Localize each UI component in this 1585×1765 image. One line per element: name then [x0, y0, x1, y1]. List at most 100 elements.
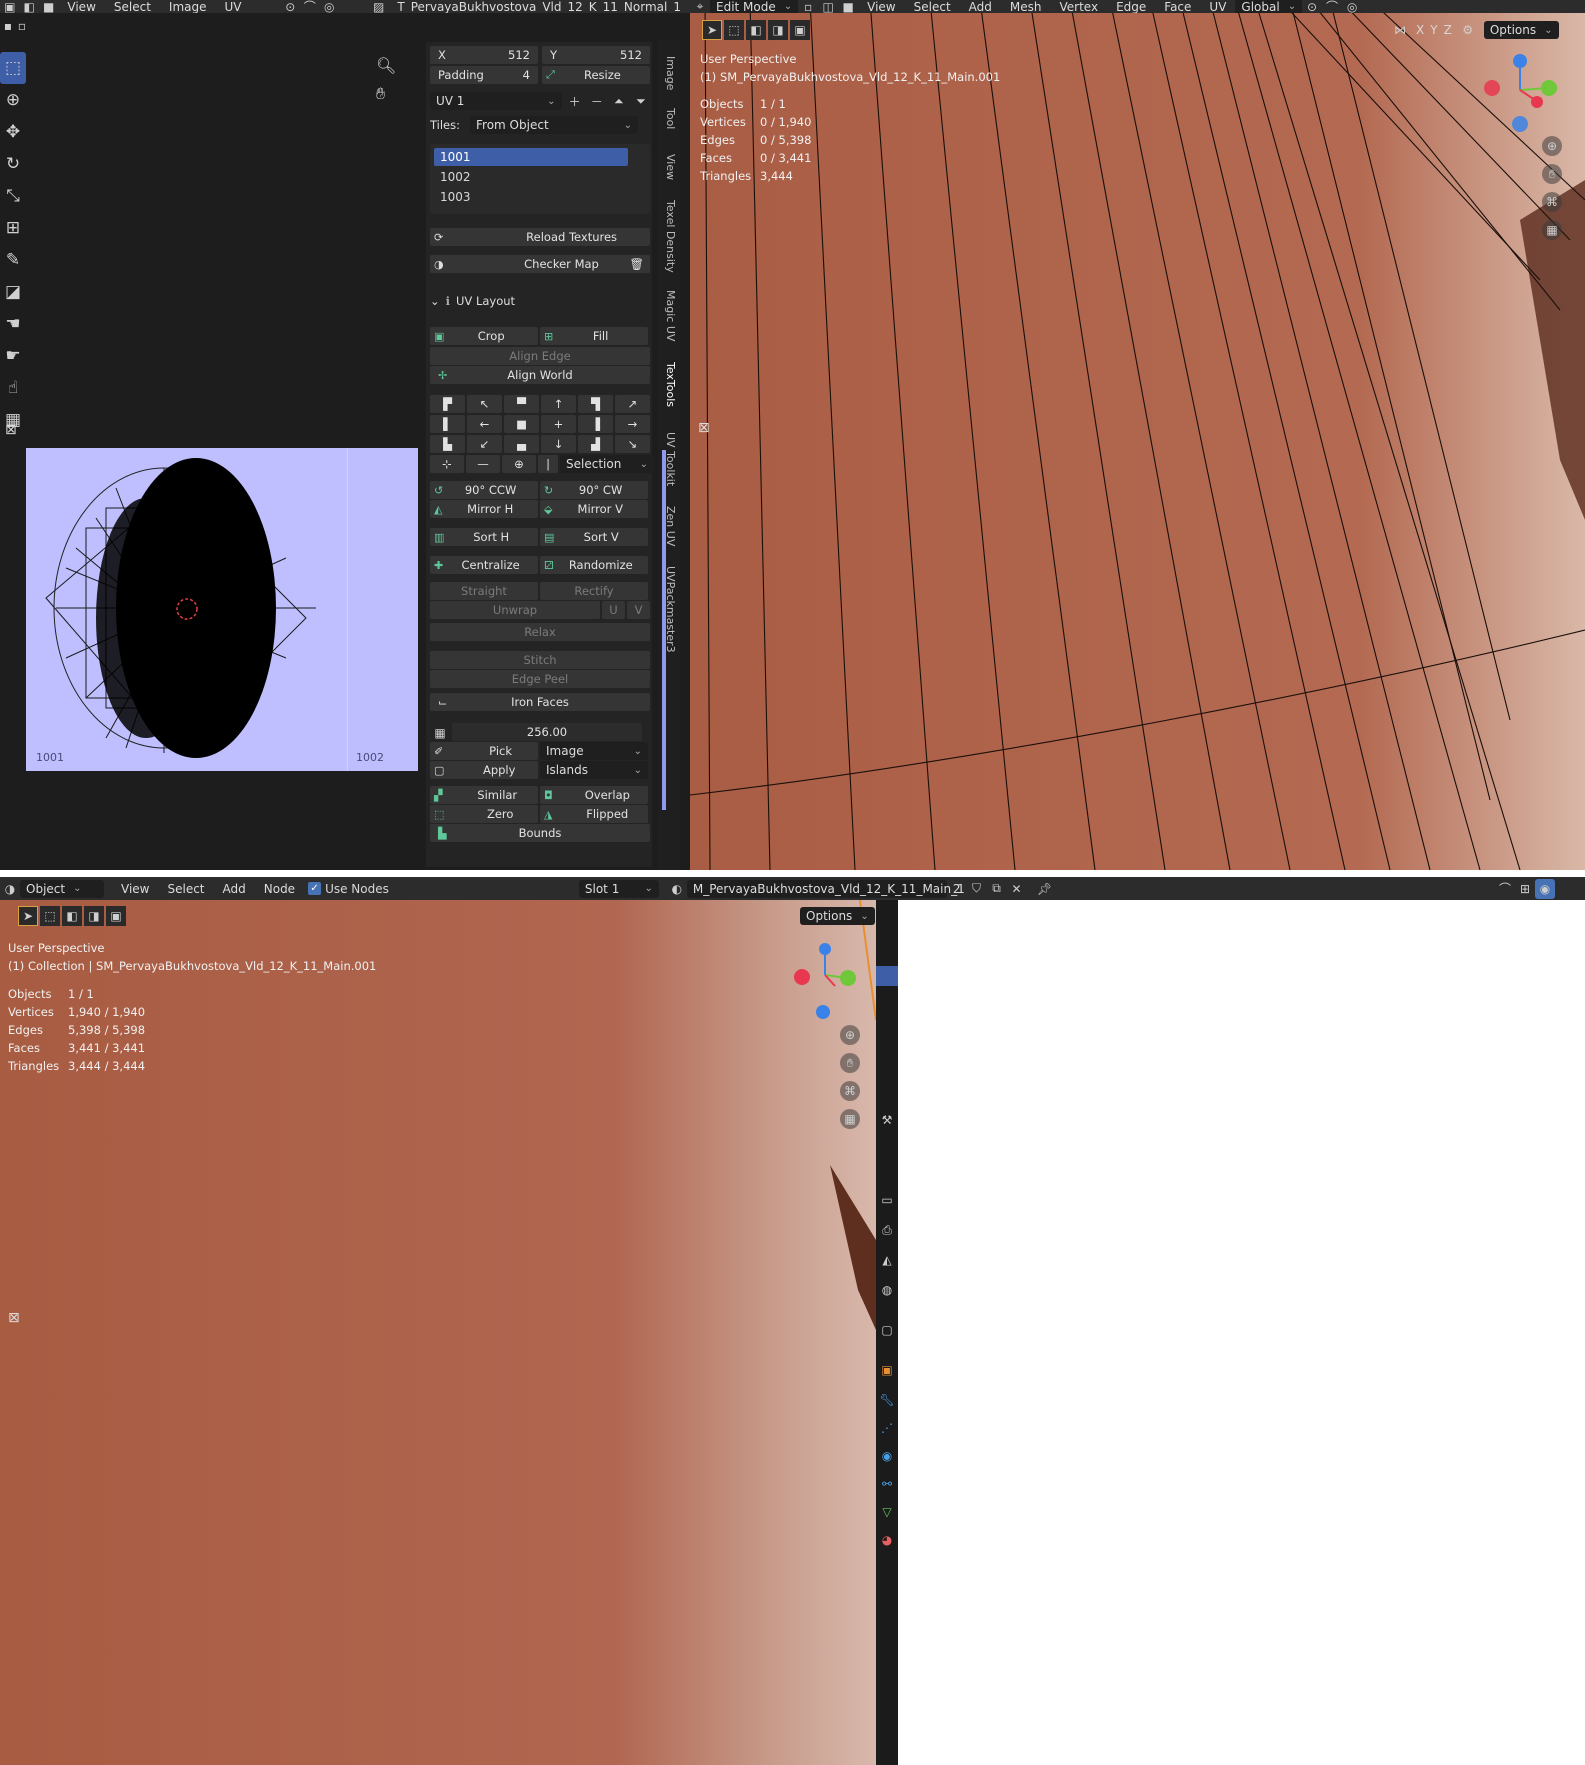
mirror-icon[interactable]: ⋈ [1390, 20, 1410, 40]
similar-button[interactable]: ▞ Similar [430, 786, 538, 804]
3d-viewport-top[interactable]: ⌖ Edit Mode ▫ ◫ ■ View Select Add Mesh V… [690, 0, 1585, 870]
snap-icon[interactable]: ⌒ [300, 0, 319, 13]
centralize-button[interactable]: ✚ Centralize [430, 556, 538, 574]
proportional-icon[interactable]: ◎ [1342, 0, 1362, 13]
bounds-button[interactable]: ▙ Bounds [430, 824, 650, 842]
navigation-gizmo[interactable] [785, 940, 865, 1020]
select-extend-icon[interactable]: ◧ [62, 906, 82, 926]
tool-tab-icon[interactable]: ⚒ [877, 1110, 897, 1130]
distribute-icon[interactable]: ⊹ [430, 455, 464, 473]
uv-menu-view[interactable]: View [58, 0, 104, 13]
select-subtract-icon[interactable]: ◨ [768, 20, 788, 40]
annotate-tool-icon[interactable]: ✎ [0, 244, 26, 276]
checker-map-button[interactable]: ◑ Checker Map 🗑︎ [430, 255, 650, 273]
node-menu-node[interactable]: Node [255, 882, 304, 896]
snap-icon[interactable]: ⌒ [1322, 0, 1342, 13]
select-subtract-icon[interactable]: ◨ [84, 906, 104, 926]
edge-peel-button[interactable]: Edge Peel [430, 670, 650, 688]
zoom-icon[interactable]: ⊕ [840, 1025, 860, 1045]
uv-menu-select[interactable]: Select [105, 0, 160, 13]
move-up-icon[interactable]: ⏶ [610, 91, 628, 111]
vp-menu-mesh[interactable]: Mesh [1001, 0, 1051, 13]
uv-canvas[interactable]: 1001 1002 [26, 448, 418, 771]
snap-icon[interactable]: ⌒ [1495, 879, 1515, 899]
arrow-up-icon[interactable]: ↑ [541, 395, 576, 413]
move-down-icon[interactable]: ⏷ [632, 91, 650, 111]
rotate-ccw-button[interactable]: ↺ 90° CCW [430, 481, 538, 499]
zoom-icon[interactable]: ⊕ [1542, 136, 1562, 156]
use-nodes-checkbox[interactable]: ✓ Use Nodes [308, 882, 389, 896]
pan-hand-icon[interactable]: ✋︎ [1542, 164, 1562, 184]
select-box-tool-icon[interactable]: ⬚ [0, 52, 26, 84]
object-tab-icon[interactable]: ▣ [877, 1360, 897, 1380]
grid-icon[interactable]: ▦ [1542, 220, 1562, 240]
arrow-left-icon[interactable]: ← [467, 415, 502, 433]
shading-icon[interactable]: ◉ [1535, 878, 1555, 899]
camera-icon[interactable]: ⌘ [840, 1081, 860, 1101]
select-invert-icon[interactable]: ▣ [106, 906, 126, 926]
align-top-left-icon[interactable]: ▛ [430, 395, 465, 413]
node-menu-select[interactable]: Select [158, 882, 213, 896]
mirror-v-button[interactable]: ⬙ Mirror V [540, 500, 648, 518]
vp-menu-uv[interactable]: UV [1200, 0, 1235, 13]
vp-menu-edge[interactable]: Edge [1107, 0, 1155, 13]
horizontal-line-icon[interactable]: — [466, 455, 500, 473]
vp-menu-select[interactable]: Select [905, 0, 960, 13]
proportional-icon[interactable]: ◎ [319, 0, 338, 13]
node-menu-add[interactable]: Add [214, 882, 255, 896]
arrow-up-right-icon[interactable]: ↗ [615, 395, 650, 413]
arrow-down-left-icon[interactable]: ↙ [467, 435, 502, 453]
gizmo-toggle-icon[interactable]: ⊠ [8, 1310, 20, 1326]
sync-select-icon[interactable]: ◧ [19, 0, 38, 13]
tile-list-item[interactable]: 1001 [434, 148, 628, 166]
axis-x-toggle[interactable]: X [1416, 23, 1424, 37]
uv-map-dropdown[interactable]: UV 1 [430, 92, 562, 110]
uv-menu-image[interactable]: Image [160, 0, 216, 13]
tab-magic-uv[interactable]: Magic UV [664, 290, 677, 341]
face-select-icon[interactable]: ■ [39, 0, 58, 13]
align-right-icon[interactable]: ▐ [578, 415, 613, 433]
fill-button[interactable]: ⊞ Fill [540, 327, 648, 345]
cursor-tool-icon[interactable]: ⊕ [0, 84, 26, 116]
zoom-icon[interactable]: 🔍︎ [376, 56, 396, 75]
tab-textools[interactable]: TexTools [664, 362, 677, 407]
overlay-icon[interactable]: ⊞ [1515, 879, 1535, 899]
select-tool-icon[interactable]: ➤ [702, 20, 722, 40]
tab-image[interactable]: Image [664, 56, 677, 90]
wrench-icon[interactable]: ⚙︎ [1458, 20, 1478, 40]
remove-uv-icon[interactable]: － [588, 91, 606, 111]
gizmo-toggle-icon[interactable]: ⊠ [698, 420, 710, 436]
particles-tab-icon[interactable]: ⋰ [877, 1418, 897, 1438]
unwrap-v-button[interactable]: V [627, 601, 650, 619]
tab-texel-density[interactable]: Texel Density [664, 200, 677, 273]
tiles-dropdown[interactable]: From Object [470, 116, 639, 134]
align-left-icon[interactable]: ▌ [430, 415, 465, 433]
randomize-button[interactable]: ⚂ Randomize [540, 556, 648, 574]
vp-menu-vertex[interactable]: Vertex [1050, 0, 1107, 13]
material-users-count[interactable]: 2 [947, 882, 967, 896]
constraints-tab-icon[interactable]: ⚯ [877, 1474, 897, 1494]
pivot-icon[interactable]: ⊙ [1302, 0, 1322, 13]
world-tab-icon[interactable]: ◍ [877, 1280, 897, 1300]
slot-dropdown[interactable]: Slot 1 [578, 879, 659, 898]
arrow-up-left-icon[interactable]: ↖ [467, 395, 502, 413]
pivot-icon[interactable]: ⊙ [281, 0, 300, 13]
pan-hand-icon[interactable]: ✋︎ [376, 84, 385, 104]
uv-menu-uv[interactable]: UV [216, 0, 251, 13]
render-tab-icon[interactable]: ▭ [877, 1190, 897, 1210]
sort-h-button[interactable]: ▥ Sort H [430, 528, 538, 546]
tile-list-item[interactable]: 1002 [434, 168, 628, 186]
image-name[interactable]: T_PervayaBukhvostova_Vld_12_K_11_Normal_… [388, 0, 690, 13]
vp-menu-add[interactable]: Add [960, 0, 1001, 13]
tile-list-item[interactable]: 1003 [434, 188, 628, 206]
editor-type-icon[interactable]: ◑ [0, 879, 20, 899]
iron-faces-button[interactable]: ⌙ Iron Faces [430, 693, 650, 711]
flipped-button[interactable]: ◮ Flipped [540, 805, 648, 823]
modifier-tab-icon[interactable]: 🔧︎ [877, 1390, 897, 1410]
pinch-tool-icon[interactable]: ☝ [0, 372, 26, 404]
editor-type-icon[interactable]: ⌖ [690, 0, 710, 13]
face-select-icon[interactable]: ■ [838, 0, 858, 13]
overlap-button[interactable]: ◘ Overlap [540, 786, 648, 804]
vertical-line-icon[interactable]: | [538, 455, 558, 473]
vp-menu-view[interactable]: View [858, 0, 904, 13]
